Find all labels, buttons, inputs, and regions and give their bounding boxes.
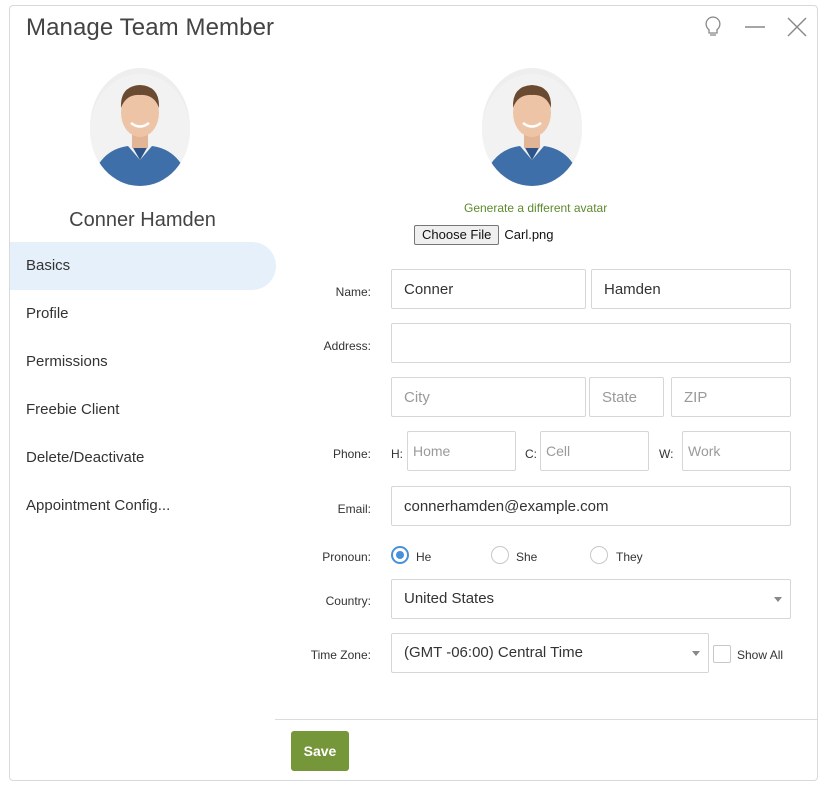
country-select[interactable]: United States xyxy=(391,579,791,619)
home-phone-prefix: H: xyxy=(391,447,403,461)
city-input[interactable] xyxy=(391,377,586,417)
pronoun-she-radio[interactable] xyxy=(491,546,509,564)
cell-phone-prefix: C: xyxy=(525,447,537,461)
email-label: Email: xyxy=(337,502,371,516)
sidebar-nav: Basics Profile Permissions Freebie Clien… xyxy=(10,242,276,530)
save-button[interactable]: Save xyxy=(291,731,349,771)
choose-file-button[interactable]: Choose File xyxy=(414,224,500,245)
pronoun-she-label: She xyxy=(516,550,538,564)
timezone-value: (GMT -06:00) Central Time xyxy=(404,644,583,661)
file-name: Carl.png xyxy=(504,227,554,242)
first-name-input[interactable] xyxy=(391,269,586,309)
home-phone-input[interactable] xyxy=(407,431,516,471)
sidebar-item-basics[interactable]: Basics xyxy=(10,242,276,290)
sidebar-item-permissions[interactable]: Permissions xyxy=(10,338,276,386)
avatar xyxy=(90,68,190,186)
pronoun-label: Pronoun: xyxy=(322,550,371,564)
pronoun-he-label: He xyxy=(416,550,432,564)
last-name-input[interactable] xyxy=(591,269,791,309)
cell-phone-input[interactable] xyxy=(540,431,649,471)
address-input[interactable] xyxy=(391,323,791,363)
chevron-down-icon xyxy=(774,597,782,602)
country-label: Country: xyxy=(325,594,371,608)
sidebar-item-delete-deactivate[interactable]: Delete/Deactivate xyxy=(10,434,276,482)
manage-team-member-dialog: Manage Team Member Conner Hamden Basics … xyxy=(9,5,818,781)
zip-input[interactable] xyxy=(671,377,791,417)
member-name: Conner Hamden xyxy=(69,209,216,231)
timezone-label: Time Zone: xyxy=(310,648,371,662)
lightbulb-icon[interactable] xyxy=(700,14,726,40)
sidebar-item-appointment-config[interactable]: Appointment Config... xyxy=(10,482,276,530)
country-value: United States xyxy=(404,590,495,607)
pronoun-he-radio[interactable] xyxy=(391,546,409,564)
minimize-icon[interactable] xyxy=(742,14,768,40)
footer-divider xyxy=(275,719,817,720)
state-input[interactable] xyxy=(589,377,664,417)
dialog-title: Manage Team Member xyxy=(26,14,275,41)
generate-avatar-link[interactable]: Generate a different avatar xyxy=(464,201,607,215)
email-field[interactable] xyxy=(391,486,791,526)
name-label: Name: xyxy=(335,285,371,299)
file-picker: Choose File Carl.png xyxy=(414,224,554,245)
pronoun-they-radio[interactable] xyxy=(590,546,608,564)
sidebar-item-freebie-client[interactable]: Freebie Client xyxy=(10,386,276,434)
pronoun-they-label: They xyxy=(616,550,643,564)
timezone-select[interactable]: (GMT -06:00) Central Time xyxy=(391,633,709,673)
sidebar-item-profile[interactable]: Profile xyxy=(10,290,276,338)
work-phone-prefix: W: xyxy=(659,447,674,461)
avatar-preview xyxy=(482,68,582,186)
show-all-label: Show All xyxy=(737,648,784,662)
address-label: Address: xyxy=(323,339,371,353)
phone-label: Phone: xyxy=(332,447,371,461)
chevron-down-icon xyxy=(692,651,700,656)
close-icon[interactable] xyxy=(784,14,810,40)
work-phone-input[interactable] xyxy=(682,431,791,471)
show-all-checkbox[interactable] xyxy=(713,645,731,663)
